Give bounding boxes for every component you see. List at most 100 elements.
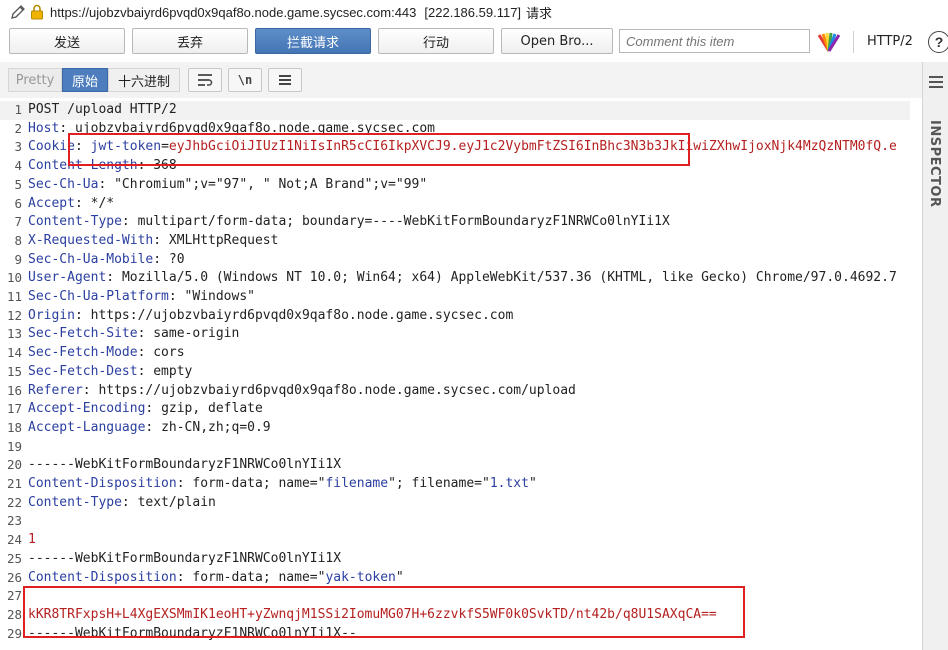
cookie-value: eyJhbGciOiJIUzI1NiIsInR5cCI6IkpXVCJ9.eyJ…: [168, 139, 897, 155]
format-lines-button[interactable]: [188, 68, 222, 92]
line-content: ------WebKitFormBoundaryzF1NRWCo0lnYIi1X: [28, 456, 341, 475]
line-number: 1: [14, 102, 22, 117]
request-line[interactable]: 17 Accept-Encoding: gzip, deflate: [0, 400, 922, 419]
inspector-label[interactable]: INSPECTOR: [927, 120, 942, 207]
show-newlines-button[interactable]: \n: [228, 68, 262, 92]
request-line[interactable]: 15 Sec-Fetch-Dest: empty: [0, 363, 922, 382]
tab-hex[interactable]: 十六进制: [108, 68, 180, 92]
request-line[interactable]: 6 Accept: */*: [0, 195, 922, 214]
cookie-name: jwt-token: [90, 139, 162, 155]
request-line[interactable]: 20 ------WebKitFormBoundaryzF1NRWCo0lnYIi…: [0, 456, 922, 475]
request-line[interactable]: 2 Host: ujobzvbaiyrd6pvqd0x9qaf8o.node.ga…: [0, 120, 922, 139]
request-line[interactable]: 9 Sec-Ch-Ua-Mobile: ?0: [0, 251, 922, 270]
syntax-punctuation: :: [106, 270, 122, 286]
header-name: User-Agent: [28, 270, 107, 286]
tab-pretty[interactable]: Pretty: [8, 68, 62, 92]
request-url: https://ujobzvbaiyrd6pvqd0x9qaf8o.node.g…: [50, 4, 417, 20]
line-content: User-Agent: Mozilla/5.0 (Windows NT 10.0…: [28, 269, 897, 288]
request-line[interactable]: 10 User-Agent: Mozilla/5.0 (Windows NT 10…: [0, 269, 922, 288]
header-value: ujobzvbaiyrd6pvqd0x9qaf8o.node.game.sycs…: [74, 120, 435, 136]
line-number: 26: [6, 569, 22, 585]
header-name: X-Requested-With: [28, 232, 154, 248]
request-line[interactable]: 19: [0, 438, 922, 457]
line-content: Content-Type: text/plain: [28, 494, 216, 513]
request-line[interactable]: 3 Cookie: jwt-token=eyJhbGciOiJIUzI1NiIsI…: [0, 138, 922, 157]
line-content: POST /upload HTTP/2: [28, 101, 177, 120]
syntax-punctuation: :: [98, 176, 115, 192]
header-name: Sec-Ch-Ua: [28, 176, 99, 192]
send-button[interactable]: 发送: [9, 28, 125, 54]
header-value-part: "; filename=": [388, 476, 490, 491]
syntax-punctuation: :: [176, 569, 193, 585]
request-line[interactable]: 28 kKR8TRFxpsH+L4XgEXSMmIK1eoHT+yZwnqjM1S…: [0, 606, 922, 625]
comment-input[interactable]: [626, 33, 809, 49]
line-content: Sec-Fetch-Site: same-origin: [28, 325, 239, 344]
line-content: Sec-Ch-Ua-Platform: "Windows": [28, 288, 255, 307]
request-line[interactable]: 18 Accept-Language: zh-CN,zh;q=0.9: [0, 419, 922, 438]
line-content: Content-Disposition: form-data; name="fi…: [28, 475, 537, 494]
line-number: 23: [6, 513, 22, 529]
syntax-punctuation: :: [121, 494, 138, 510]
header-value: text/plain: [137, 494, 216, 510]
syntax-punctuation: =: [161, 139, 169, 155]
header-name: Referer: [28, 382, 83, 398]
header-name: Cookie: [28, 139, 75, 155]
header-value: form-data; name=": [192, 476, 326, 491]
open-browser-button[interactable]: Open Bro...: [501, 28, 613, 54]
body-value: kKR8TRFxpsH+L4XgEXSMmIK1eoHT+yZwnqjM1SSi…: [28, 606, 717, 622]
request-line[interactable]: 22 Content-Type: text/plain: [0, 494, 922, 513]
request-line[interactable]: 1 POST /upload HTTP/2: [0, 101, 910, 120]
header-name: Sec-Ch-Ua-Platform: [28, 289, 169, 304]
line-content: ------WebKitFormBoundaryzF1NRWCo0lnYIi1X: [28, 550, 341, 569]
inspector-lines-icon[interactable]: [929, 76, 943, 91]
header-name: Accept: [28, 195, 75, 211]
request-line[interactable]: 24 1: [0, 531, 922, 550]
syntax-punctuation: :: [145, 419, 162, 435]
request-line[interactable]: 4 Content-Length: 368: [0, 157, 922, 176]
protocol-label[interactable]: HTTP/2: [867, 34, 913, 49]
header-value: empty: [153, 363, 193, 379]
request-line[interactable]: 21 Content-Disposition: form-data; name="…: [0, 475, 922, 494]
request-line[interactable]: 23: [0, 512, 922, 531]
request-line[interactable]: 25 ------WebKitFormBoundaryzF1NRWCo0lnYIi…: [0, 550, 922, 569]
syntax-punctuation: :: [121, 214, 138, 230]
request-editor[interactable]: 1 POST /upload HTTP/2 2 Host: ujobzvbaiyrd6…: [0, 100, 922, 650]
line-number: 19: [6, 438, 22, 454]
plain-line: ------WebKitFormBoundaryzF1NRWCo0lnYIi1X: [28, 550, 342, 566]
header-value: cors: [153, 345, 185, 361]
request-line[interactable]: 5 Sec-Ch-Ua: "Chromium";v="97", " Not;A B…: [0, 176, 922, 195]
line-number: 12: [6, 307, 22, 323]
request-line[interactable]: 29 ------WebKitFormBoundaryzF1NRWCo0lnYIi…: [0, 625, 922, 644]
line-number: 9: [14, 251, 22, 267]
line-content: Host: ujobzvbaiyrd6pvqd0x9qaf8o.node.gam…: [28, 120, 435, 139]
syntax-punctuation: :: [74, 195, 91, 211]
menu-button[interactable]: [268, 68, 302, 92]
line-content: Accept: */*: [28, 195, 114, 214]
comment-field[interactable]: [619, 29, 810, 53]
inspector-panel[interactable]: INSPECTOR: [922, 62, 948, 650]
pencil-icon[interactable]: [8, 2, 28, 22]
request-line[interactable]: 8 X-Requested-With: XMLHttpRequest: [0, 232, 922, 251]
action-button[interactable]: 行动: [378, 28, 494, 54]
intercept-toggle-button[interactable]: 拦截请求: [255, 28, 371, 54]
toolbar-divider: [853, 31, 854, 53]
request-line[interactable]: 26 Content-Disposition: form-data; name="…: [0, 569, 922, 588]
line-number: 6: [14, 195, 22, 211]
request-line[interactable]: 7 Content-Type: multipart/form-data; boun…: [0, 213, 922, 232]
request-line[interactable]: 11 Sec-Ch-Ua-Platform: "Windows": [0, 288, 922, 307]
request-line[interactable]: 14 Sec-Fetch-Mode: cors: [0, 344, 922, 363]
request-line[interactable]: 13 Sec-Fetch-Site: same-origin: [0, 325, 922, 344]
drop-button[interactable]: 丢弃: [132, 28, 248, 54]
highlight-color-icon[interactable]: [816, 31, 842, 53]
header-name: Origin: [28, 307, 75, 323]
syntax-punctuation: :: [153, 232, 169, 248]
syntax-punctuation: :: [176, 476, 193, 491]
help-icon[interactable]: ?: [928, 31, 948, 53]
request-line[interactable]: 12 Origin: https://ujobzvbaiyrd6pvqd0x9qa…: [0, 307, 922, 326]
header-value: same-origin: [153, 326, 240, 342]
tab-raw[interactable]: 原始: [62, 68, 108, 92]
request-line[interactable]: 27: [0, 587, 922, 606]
line-number: 16: [6, 382, 22, 398]
request-line[interactable]: 16 Referer: https://ujobzvbaiyrd6pvqd0x9q…: [0, 382, 922, 401]
param-value: yak-token: [325, 569, 396, 585]
